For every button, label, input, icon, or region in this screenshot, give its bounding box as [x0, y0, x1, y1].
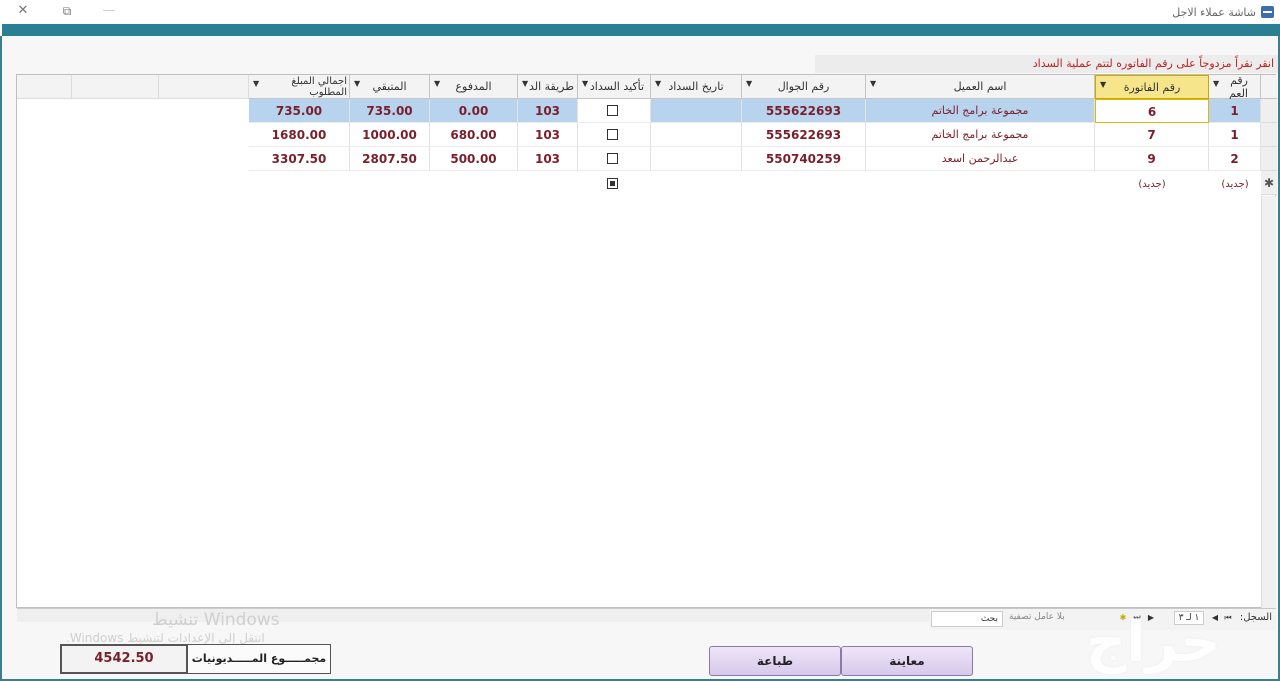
dropdown-arrow-icon[interactable]: ▼	[1100, 80, 1106, 89]
cell-total[interactable]: 735.00	[249, 99, 350, 123]
column-header-remaining[interactable]: المتبقي ▼	[350, 75, 430, 99]
cell-new-num[interactable]: (جديد)	[1209, 173, 1261, 197]
cell-method[interactable]: 103	[518, 147, 578, 171]
dropdown-arrow-icon[interactable]: ▼	[1213, 79, 1219, 88]
cell-total[interactable]: 3307.50	[249, 147, 350, 171]
cell-mobile[interactable]: 550740259	[742, 147, 866, 171]
cell-confirm	[578, 99, 651, 123]
preview-button[interactable]: معاينة	[841, 646, 973, 676]
column-header-paid[interactable]: المدفوع ▼	[430, 75, 518, 99]
site-logo: حراج	[1086, 610, 1221, 675]
dropdown-arrow-icon[interactable]: ▼	[434, 79, 440, 88]
cell-pay-date[interactable]	[651, 99, 742, 123]
cell-invoice[interactable]: 9	[1095, 147, 1209, 171]
cell-paid[interactable]: 0.00	[430, 99, 518, 123]
dropdown-arrow-icon[interactable]: ▼	[655, 79, 661, 88]
cell-new-invoice[interactable]: (جديد)	[1095, 173, 1209, 197]
first-record-icon[interactable]: ⏮	[1222, 611, 1234, 625]
header-band	[2, 24, 1280, 36]
dropdown-arrow-icon[interactable]: ▼	[354, 79, 360, 88]
cell-invoice[interactable]: 6	[1095, 99, 1209, 123]
dropdown-arrow-icon[interactable]: ▼	[582, 79, 588, 88]
cell-customer[interactable]: مجموعة برامج الخاتم	[866, 123, 1095, 147]
vertical-scrollbar[interactable]	[1261, 196, 1276, 608]
minimize-icon[interactable]: —	[98, 2, 120, 20]
cell-method[interactable]: 103	[518, 99, 578, 123]
row-selector[interactable]	[1261, 147, 1277, 171]
column-header-total[interactable]: اجمالي المبلغ المطلوب ▼	[249, 75, 350, 99]
total-debts-value: 4542.50	[60, 644, 188, 674]
form-icon	[1261, 6, 1274, 18]
cell-method[interactable]: 103	[518, 123, 578, 147]
confirm-checkbox[interactable]	[607, 153, 618, 164]
column-header-num[interactable]: رقم العم ▼	[1209, 74, 1261, 100]
cell-paid[interactable]: 680.00	[430, 123, 518, 147]
filter-status[interactable]: بلا عامل تصفية	[1009, 612, 1065, 622]
title-bar: ✕ ⧉ — شاشة عملاء الاجل	[0, 0, 1280, 24]
new-record-marker-icon[interactable]: ✱	[1261, 171, 1277, 195]
cell-pay-date[interactable]	[651, 123, 742, 147]
cell-mobile[interactable]: 555622693	[742, 99, 866, 123]
hint-text: انقر نقراً مزدوجاً على رقم الفاتوره لتتم…	[1032, 57, 1274, 70]
cell-customer[interactable]: عبدالرحمن اسعد	[866, 147, 1095, 171]
confirm-checkbox[interactable]	[607, 105, 618, 116]
column-header-method[interactable]: طريقة الد ▼	[518, 75, 578, 99]
cell-new-confirm	[578, 171, 651, 195]
cell-paid[interactable]: 500.00	[430, 147, 518, 171]
print-button[interactable]: طباعة	[709, 646, 841, 676]
dropdown-arrow-icon[interactable]: ▼	[870, 79, 876, 88]
total-debts-label: مجمـــــوع المـــــديونيات	[188, 644, 331, 674]
column-header-mobile[interactable]: رقم الجوال ▼	[742, 75, 866, 99]
row-selector[interactable]	[1261, 99, 1277, 123]
restore-icon[interactable]: ⧉	[56, 2, 78, 20]
row-selector[interactable]	[1261, 123, 1277, 147]
cell-pay-date[interactable]	[651, 147, 742, 171]
cell-num[interactable]: 1	[1209, 99, 1261, 123]
confirm-checkbox[interactable]	[607, 178, 618, 189]
cell-confirm	[578, 147, 651, 171]
column-header-invoice[interactable]: رقم الفاتورة ▼	[1095, 75, 1209, 99]
cell-num[interactable]: 1	[1209, 123, 1261, 147]
record-label: السجل:	[1239, 612, 1272, 623]
cell-num[interactable]: 2	[1209, 147, 1261, 171]
close-icon[interactable]: ✕	[12, 2, 34, 20]
cell-customer[interactable]: مجموعة برامج الخاتم	[866, 99, 1095, 123]
dropdown-arrow-icon[interactable]: ▼	[746, 79, 752, 88]
column-header-empty	[17, 75, 72, 99]
dropdown-arrow-icon[interactable]: ▼	[522, 79, 528, 88]
cell-total[interactable]: 1680.00	[249, 123, 350, 147]
column-header-empty	[159, 75, 249, 99]
window-title-wrap: شاشة عملاء الاجل	[1172, 4, 1274, 20]
column-header-customer[interactable]: اسم العميل ▼	[866, 75, 1095, 99]
activation-watermark: تنشيط Windows	[152, 610, 280, 630]
activation-watermark-sub: انتقل إلى الإعدادات لتنشيط Windows.	[66, 631, 265, 645]
cell-confirm	[578, 123, 651, 147]
cell-remaining[interactable]: 735.00	[350, 99, 430, 123]
select-all-cell[interactable]	[1261, 75, 1277, 99]
search-input[interactable]: بحث	[931, 611, 1003, 627]
column-header-empty	[72, 75, 159, 99]
window-title: شاشة عملاء الاجل	[1172, 5, 1256, 19]
cell-remaining[interactable]: 2807.50	[350, 147, 430, 171]
confirm-checkbox[interactable]	[607, 129, 618, 140]
column-header-confirm[interactable]: تأكيد السداد ▼	[578, 75, 651, 99]
column-header-pay-date[interactable]: تاريخ السداد ▼	[651, 75, 742, 99]
cell-invoice[interactable]: 7	[1095, 123, 1209, 147]
cell-remaining[interactable]: 1000.00	[350, 123, 430, 147]
cell-mobile[interactable]: 555622693	[742, 123, 866, 147]
dropdown-arrow-icon[interactable]: ▼	[253, 79, 259, 88]
